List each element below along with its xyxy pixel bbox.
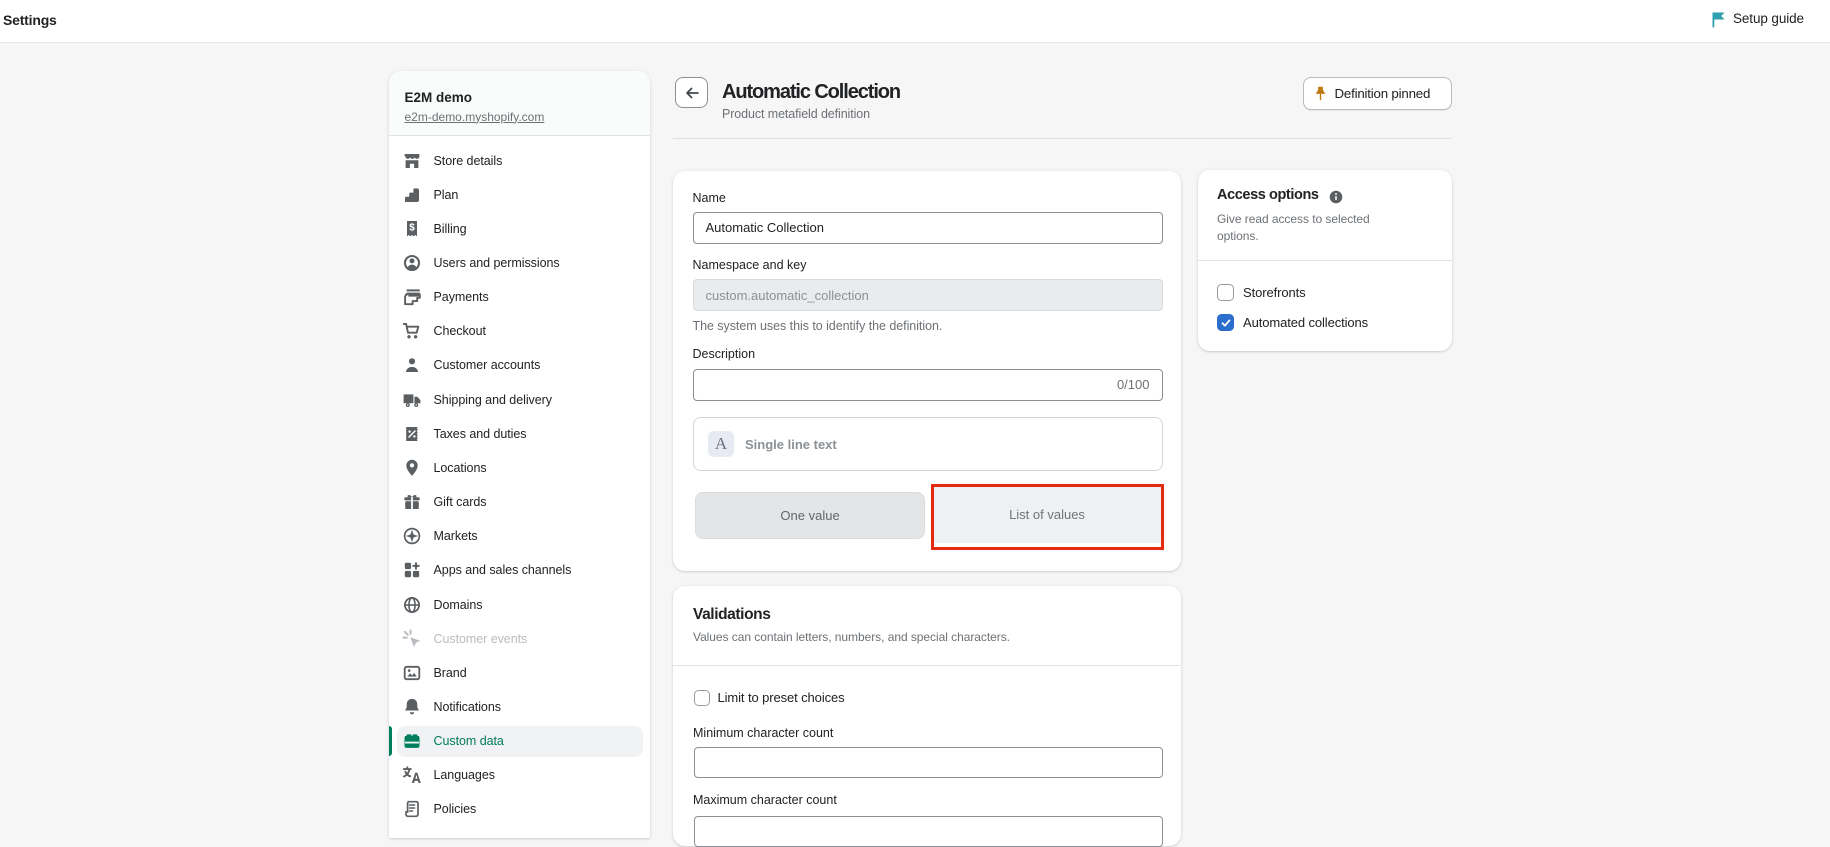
svg-text:$: $ <box>409 222 415 233</box>
